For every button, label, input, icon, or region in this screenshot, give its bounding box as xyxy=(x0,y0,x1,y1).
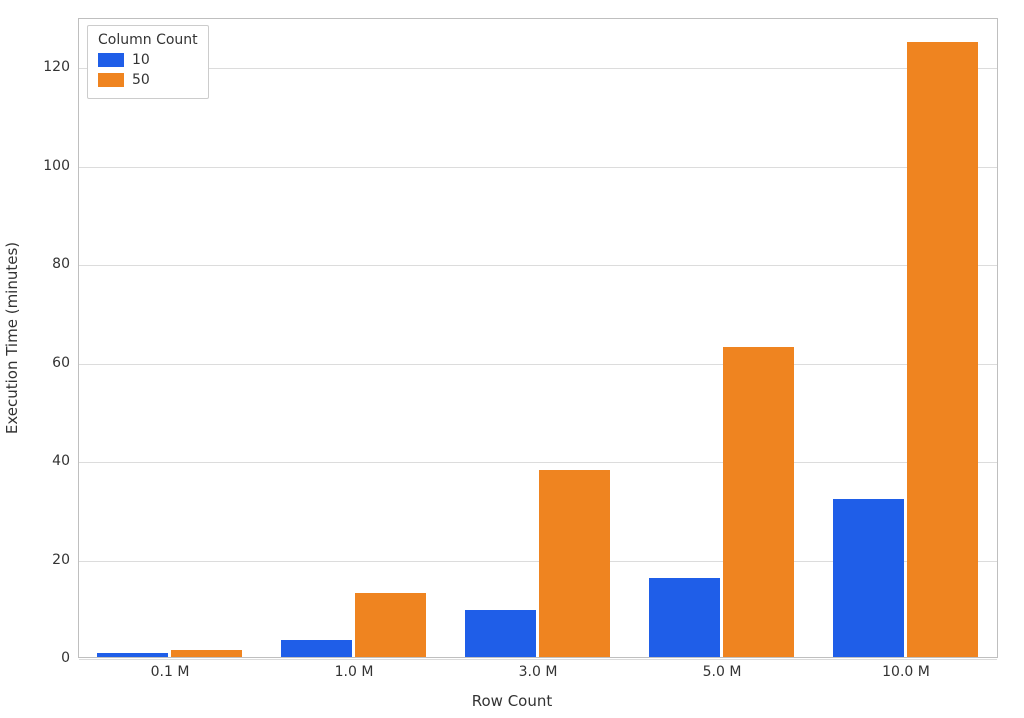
legend-label: 50 xyxy=(132,70,150,90)
bar-series-50 xyxy=(171,650,242,657)
x-tick-label: 0.1 M xyxy=(151,664,190,680)
y-tick-label: 0 xyxy=(30,650,70,666)
bar-series-50 xyxy=(907,42,978,657)
bar-series-10 xyxy=(97,653,168,657)
gridline xyxy=(79,167,997,168)
bar-series-10 xyxy=(833,499,904,657)
legend-title: Column Count xyxy=(98,32,198,48)
legend-swatch-icon xyxy=(98,53,124,67)
legend-swatch-icon xyxy=(98,73,124,87)
y-tick-label: 80 xyxy=(30,256,70,272)
legend-label: 10 xyxy=(132,50,150,70)
x-axis-label: Row Count xyxy=(0,692,1024,710)
y-tick-label: 40 xyxy=(30,453,70,469)
bar-series-10 xyxy=(649,578,720,657)
chart-container: Execution Time (minutes) 0 20 40 60 80 1… xyxy=(0,0,1024,718)
y-tick-label: 120 xyxy=(30,59,70,75)
gridline xyxy=(79,68,997,69)
bar-series-50 xyxy=(723,347,794,657)
y-tick-label: 100 xyxy=(30,158,70,174)
bar-series-10 xyxy=(281,640,352,657)
y-axis-label: Execution Time (minutes) xyxy=(3,242,21,434)
x-tick-label: 3.0 M xyxy=(519,664,558,680)
x-tick-label: 5.0 M xyxy=(703,664,742,680)
bar-series-50 xyxy=(355,593,426,657)
x-tick-label: 1.0 M xyxy=(335,664,374,680)
legend-item: 50 xyxy=(98,70,198,90)
gridline xyxy=(79,462,997,463)
gridline xyxy=(79,364,997,365)
bar-series-10 xyxy=(465,610,536,657)
y-tick-label: 20 xyxy=(30,552,70,568)
x-tick-label: 10.0 M xyxy=(882,664,930,680)
y-tick-label: 60 xyxy=(30,355,70,371)
legend-item: 10 xyxy=(98,50,198,70)
bar-series-50 xyxy=(539,470,610,657)
plot-area: Column Count 10 50 xyxy=(78,18,998,658)
gridline xyxy=(79,659,997,660)
legend: Column Count 10 50 xyxy=(87,25,209,99)
gridline xyxy=(79,265,997,266)
